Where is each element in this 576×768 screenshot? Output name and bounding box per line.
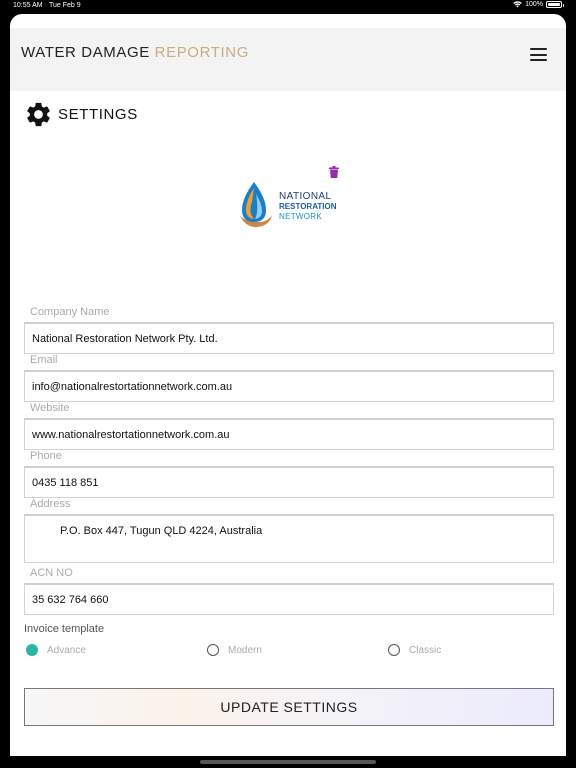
update-settings-button[interactable]: UPDATE SETTINGS — [24, 688, 554, 726]
radio-advance-label: Advance — [47, 644, 86, 656]
radio-modern-indicator[interactable] — [207, 644, 219, 656]
status-date: Tue Feb 9 — [49, 2, 81, 9]
hamburger-menu-icon[interactable] — [530, 48, 547, 61]
radio-advance-indicator[interactable] — [26, 644, 38, 656]
email-label: Email — [30, 354, 58, 366]
email-input[interactable] — [24, 370, 554, 402]
radio-modern[interactable]: Modern — [207, 644, 262, 656]
address-label: Address — [30, 498, 71, 510]
company-name-label: Company Name — [30, 306, 110, 318]
battery-percent: 100% — [525, 1, 543, 8]
status-bar: 10:55 AM Tue Feb 9 100% — [0, 0, 576, 12]
company-logo[interactable]: NATIONAL RESTORATION NETWORK — [232, 180, 348, 232]
water-drop-logo-icon — [240, 182, 272, 228]
app-title-primary: WATER DAMAGE — [21, 44, 150, 61]
logo-line-1: NATIONAL — [279, 191, 332, 202]
page-title: SETTINGS — [58, 106, 138, 123]
radio-advance[interactable]: Advance — [26, 644, 86, 656]
acn-label: ACN NO — [30, 567, 73, 579]
website-label: Website — [30, 402, 70, 414]
battery-icon — [546, 1, 564, 8]
invoice-template-label: Invoice template — [24, 623, 105, 635]
gear-icon — [27, 102, 50, 127]
phone-label: Phone — [30, 450, 62, 462]
radio-classic[interactable]: Classic — [388, 644, 441, 656]
home-indicator[interactable] — [200, 760, 376, 764]
status-right: 100% — [513, 1, 564, 8]
acn-input[interactable] — [24, 583, 554, 615]
phone-input[interactable] — [24, 466, 554, 498]
wifi-icon — [513, 1, 522, 8]
radio-classic-indicator[interactable] — [388, 644, 400, 656]
radio-modern-label: Modern — [228, 644, 262, 656]
website-input[interactable] — [24, 418, 554, 450]
app-title: WATER DAMAGE REPORTING — [21, 44, 249, 61]
logo-text: NATIONAL RESTORATION NETWORK — [279, 192, 336, 222]
trash-icon[interactable] — [329, 166, 339, 178]
logo-line-3: NETWORK — [279, 212, 322, 221]
address-input[interactable]: P.O. Box 447, Tugun QLD 4224, Australia — [24, 514, 554, 563]
app-title-accent: REPORTING — [154, 44, 249, 61]
logo-line-2: RESTORATION — [279, 202, 337, 211]
company-name-input[interactable] — [24, 322, 554, 354]
app-screen: WATER DAMAGE REPORTING SETTINGS NATIONAL… — [10, 14, 566, 756]
status-time: 10:55 AM — [13, 2, 43, 9]
radio-classic-label: Classic — [409, 644, 442, 656]
